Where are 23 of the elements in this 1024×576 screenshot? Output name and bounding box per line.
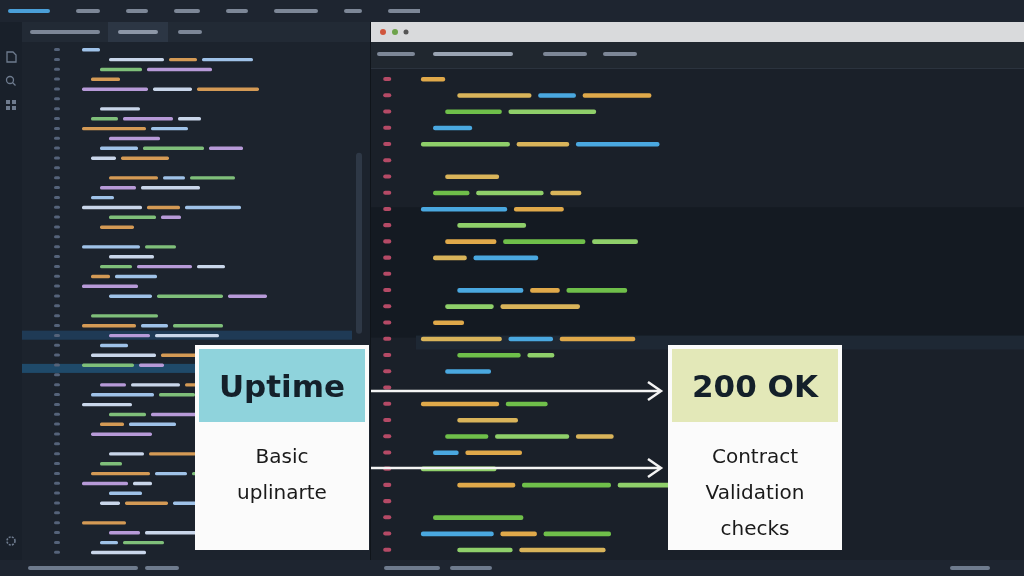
status-item: [384, 566, 440, 570]
menu-item[interactable]: [8, 9, 50, 13]
status-item: [450, 566, 492, 570]
menu-item[interactable]: [126, 9, 148, 13]
files-icon[interactable]: [4, 50, 18, 64]
settings-icon[interactable]: [4, 534, 18, 548]
editor-tab[interactable]: [108, 22, 168, 42]
menu-item[interactable]: [174, 9, 200, 13]
card-title: 200 OK: [692, 367, 818, 404]
card-text: Contract Validation checks: [704, 443, 806, 542]
status-item: [145, 566, 179, 570]
grid-icon[interactable]: [4, 98, 18, 112]
editor-tab[interactable]: [603, 52, 637, 56]
menu-item[interactable]: [344, 9, 362, 13]
menu-item[interactable]: [76, 9, 100, 13]
search-icon[interactable]: [4, 74, 18, 88]
editor-tab[interactable]: [178, 30, 202, 34]
card-title: Uptime: [218, 367, 346, 404]
menu-item[interactable]: [226, 9, 248, 13]
editor-tab[interactable]: [377, 52, 415, 56]
status-item: [950, 566, 990, 570]
menu-item[interactable]: [274, 9, 318, 13]
card-text: Basic uplinarte: [236, 443, 328, 506]
